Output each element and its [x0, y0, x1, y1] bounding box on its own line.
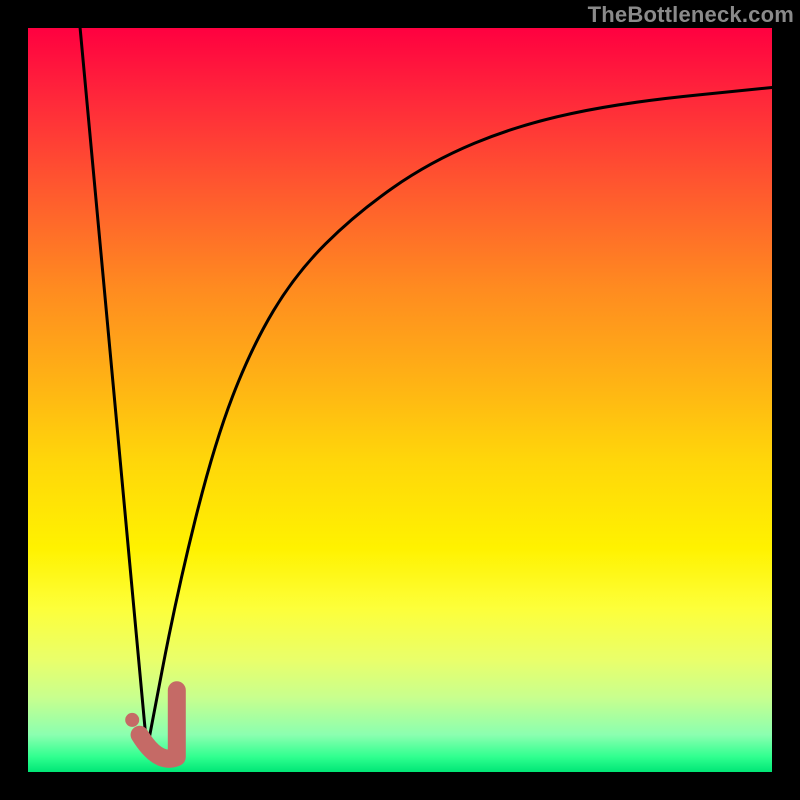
watermark-text: TheBottleneck.com — [588, 2, 794, 28]
curve-descending — [80, 28, 147, 750]
curve-ascending — [147, 88, 772, 750]
chart-lines-layer — [28, 28, 772, 772]
chart-stage: TheBottleneck.com — [0, 0, 800, 800]
valley-dot-marker — [125, 713, 139, 727]
